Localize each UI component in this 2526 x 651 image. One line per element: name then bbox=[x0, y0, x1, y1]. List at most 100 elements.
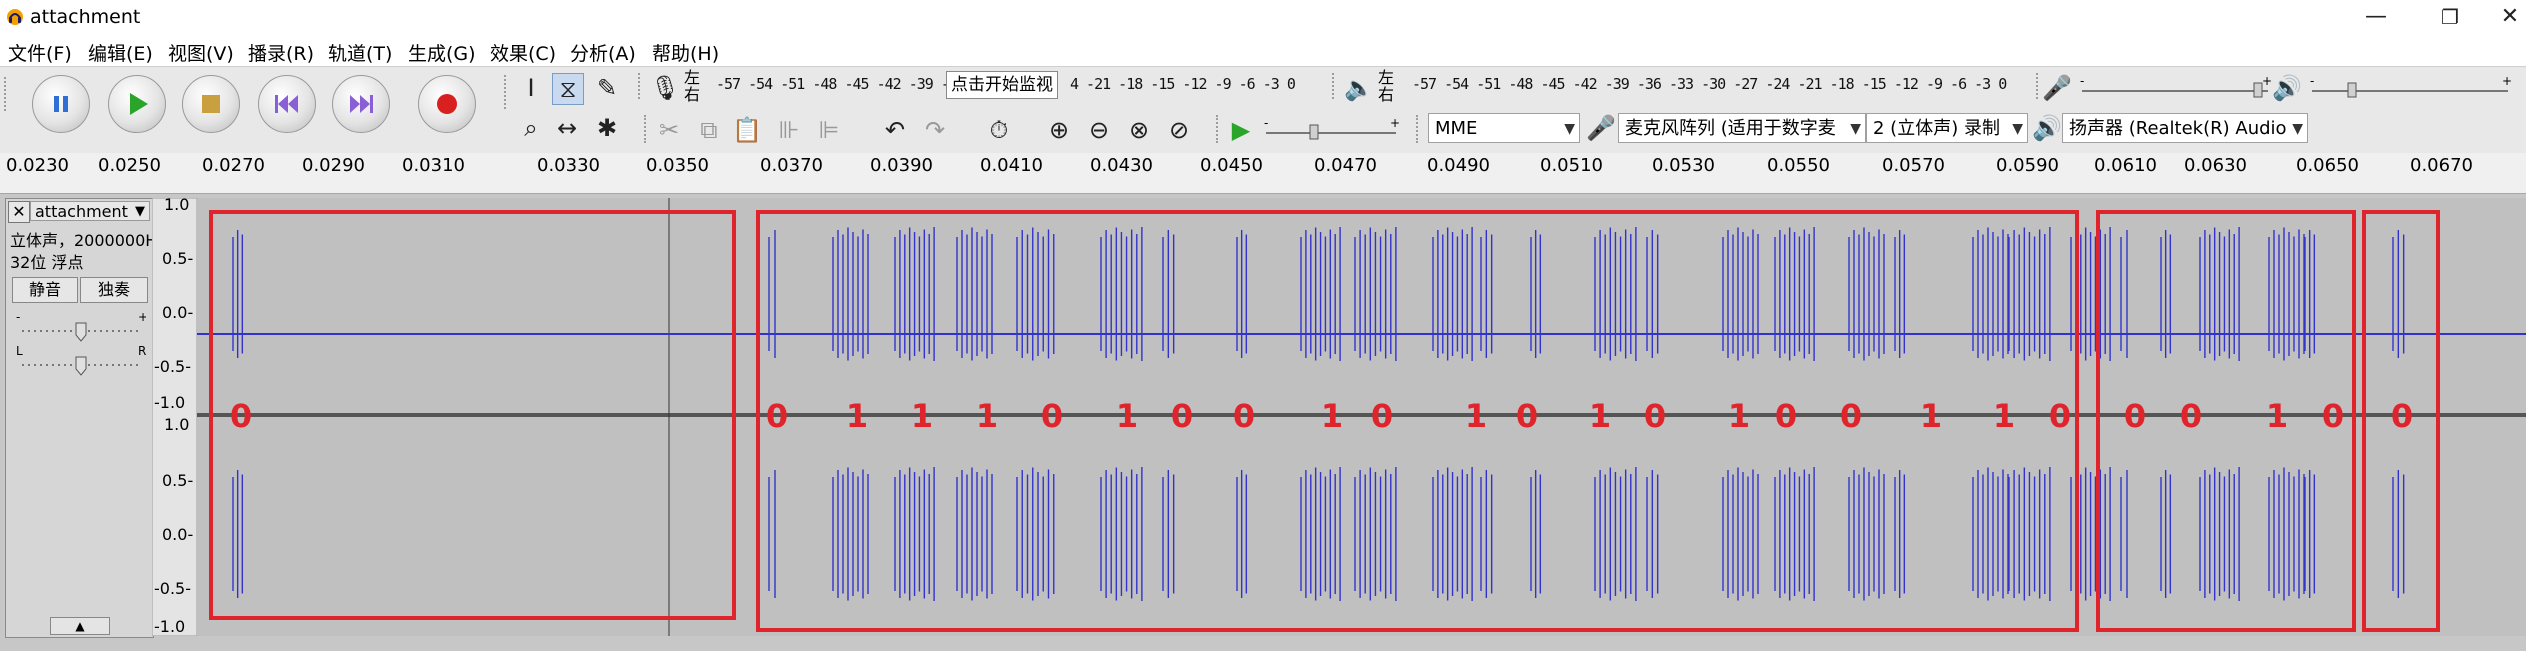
ruler-label: 0.0590 bbox=[1996, 155, 2059, 176]
play-speed-slider[interactable]: - + bbox=[1262, 117, 1402, 143]
envelope-tool-icon[interactable]: ⧖ bbox=[552, 73, 584, 105]
bit-label: 0 bbox=[1775, 397, 1797, 435]
draw-tool-icon[interactable]: ✎ bbox=[592, 73, 622, 103]
record-icon bbox=[437, 94, 457, 114]
zoom-out-icon[interactable]: ⊖ bbox=[1084, 115, 1114, 145]
speaker-icon[interactable]: 🔈 bbox=[1344, 73, 1374, 103]
output-device-icon: 🔊 bbox=[2032, 114, 2062, 142]
record-volume-slider[interactable]: - + bbox=[2078, 75, 2278, 101]
ruler-label: 0.0310 bbox=[402, 155, 465, 176]
cut-icon[interactable]: ✂ bbox=[654, 115, 684, 145]
fit-selection-icon[interactable]: ⊗ bbox=[1124, 115, 1154, 145]
zoom-tool-icon[interactable]: ⌕ bbox=[516, 113, 546, 143]
play-button[interactable] bbox=[108, 75, 166, 133]
skip-to-start-button[interactable] bbox=[258, 75, 316, 133]
menu-analyze[interactable]: 分析(A) bbox=[570, 39, 636, 66]
copy-icon[interactable]: ⧉ bbox=[694, 115, 724, 145]
play-at-speed-icon[interactable]: ▶ bbox=[1226, 115, 1256, 145]
bit-label: 1 bbox=[1465, 397, 1487, 435]
mic-volume-icon: 🎤 bbox=[2042, 74, 2072, 102]
playback-meter-channels: 左 右 bbox=[1378, 68, 1395, 104]
output-device-select[interactable]: 扬声器 (Realtek(R) Audio ▼ bbox=[2062, 113, 2308, 143]
menu-generate[interactable]: 生成(G) bbox=[408, 39, 476, 66]
sync-lock-icon[interactable]: ⏱ bbox=[984, 115, 1014, 145]
maximize-button[interactable]: ❐ bbox=[2430, 4, 2470, 30]
silence-icon[interactable]: ⊫ bbox=[814, 115, 844, 145]
selection-tool-icon[interactable]: I bbox=[516, 73, 546, 103]
output-device-value: 扬声器 (Realtek(R) Audio bbox=[2069, 118, 2287, 139]
menu-record[interactable]: 播录(R) bbox=[248, 39, 314, 66]
menu-edit[interactable]: 编辑(E) bbox=[88, 39, 153, 66]
svg-text:+: + bbox=[2262, 75, 2272, 88]
pause-icon bbox=[54, 96, 68, 112]
speaker-volume-icon: 🔊 bbox=[2272, 74, 2302, 102]
menu-file[interactable]: 文件(F) bbox=[8, 39, 72, 66]
toolbar-grip[interactable] bbox=[504, 75, 512, 109]
toolbar-grip[interactable] bbox=[1416, 115, 1424, 143]
track-format-rate: 立体声，2000000Hz bbox=[10, 231, 166, 250]
playback-volume-slider[interactable]: - + bbox=[2308, 75, 2518, 101]
ruler-label: 0.0630 bbox=[2184, 155, 2247, 176]
pause-button[interactable] bbox=[32, 75, 90, 133]
pan-slider[interactable]: LR bbox=[16, 344, 146, 376]
waveform-canvas[interactable]: 00111010010101010011000100 bbox=[197, 93, 2526, 636]
toolbar-grip[interactable] bbox=[1216, 115, 1224, 143]
gain-slider[interactable]: - + bbox=[16, 310, 146, 342]
fit-project-icon[interactable]: ⊘ bbox=[1164, 115, 1194, 145]
multi-tool-icon[interactable]: ✱ bbox=[592, 113, 622, 143]
minimize-button[interactable]: — bbox=[2356, 4, 2396, 30]
solo-button[interactable]: 独奏 bbox=[80, 277, 148, 303]
track-name: attachment bbox=[35, 202, 128, 221]
microphone-icon[interactable]: 🎙 bbox=[650, 73, 680, 103]
redo-icon[interactable]: ↷ bbox=[920, 115, 950, 145]
close-button[interactable]: ✕ bbox=[2490, 4, 2526, 30]
record-meter-scale[interactable]: -57 -54 -51 -48 -45 -42 -39 -3 bbox=[716, 75, 958, 93]
timeline-ruler[interactable]: 0.0230 0.0250 0.0270 0.0290 0.0310 0.033… bbox=[0, 153, 2526, 194]
waveform-area[interactable]: 00111010010101010011000100 bbox=[197, 93, 2526, 636]
channels-select[interactable]: 2 (立体声) 录制 ▼ bbox=[1866, 113, 2028, 143]
playback-meter-scale[interactable]: -57 -54 -51 -48 -45 -42 -39 -36 -33 -30 … bbox=[1412, 75, 2007, 93]
time-shift-tool-icon[interactable]: ↔ bbox=[552, 113, 582, 143]
input-device-select[interactable]: 麦克风阵列 (适用于数字麦 ▼ bbox=[1618, 113, 1866, 143]
undo-icon[interactable]: ↶ bbox=[880, 115, 910, 145]
bit-label: 0 bbox=[766, 397, 788, 435]
bit-label: 0 bbox=[2124, 397, 2146, 435]
bit-label: 1 bbox=[976, 397, 998, 435]
record-meter-scale-tail[interactable]: 4 -21 -18 -15 -12 -9 -6 -3 0 bbox=[1070, 75, 1296, 93]
audio-host-select[interactable]: MME ▼ bbox=[1428, 113, 1580, 143]
toolbar-grip[interactable] bbox=[638, 73, 646, 99]
trim-icon[interactable]: ⊪ bbox=[774, 115, 804, 145]
audio-host-value: MME bbox=[1435, 118, 1478, 139]
skip-to-end-button[interactable] bbox=[332, 75, 390, 133]
menu-view[interactable]: 视图(V) bbox=[168, 39, 234, 66]
menu-tracks[interactable]: 轨道(T) bbox=[328, 39, 392, 66]
input-device-value: 麦克风阵列 (适用于数字麦 bbox=[1625, 118, 1836, 139]
toolbar-grip[interactable] bbox=[644, 115, 652, 143]
track-area: ✕ attachment ▼ 立体声，2000000Hz 32位 浮点 静音 独奏… bbox=[0, 93, 2526, 651]
record-button[interactable] bbox=[418, 75, 476, 133]
collapse-track-button[interactable]: ▲ bbox=[50, 617, 110, 635]
svg-text:-: - bbox=[2310, 75, 2314, 88]
toolbar-grip[interactable] bbox=[4, 77, 12, 111]
toolbar-grip[interactable] bbox=[1332, 73, 1340, 99]
paste-icon[interactable]: 📋 bbox=[732, 115, 762, 145]
zoom-in-icon[interactable]: ⊕ bbox=[1044, 115, 1074, 145]
ruler-label: 0.0530 bbox=[1652, 155, 1715, 176]
ruler-label: 0.0510 bbox=[1540, 155, 1603, 176]
stop-button[interactable] bbox=[182, 75, 240, 133]
monitor-hint[interactable]: 点击开始监视 bbox=[946, 71, 1058, 99]
amplitude-label: 1.0 bbox=[164, 415, 189, 434]
menu-help[interactable]: 帮助(H) bbox=[652, 39, 719, 66]
ruler-label: 0.0330 bbox=[537, 155, 600, 176]
mute-button[interactable]: 静音 bbox=[12, 277, 78, 303]
title-bar: attachment — ❐ ✕ bbox=[0, 0, 2526, 34]
close-track-button[interactable]: ✕ bbox=[8, 201, 30, 223]
chevron-down-icon: ▼ bbox=[2292, 121, 2303, 137]
amplitude-label: 0.0- bbox=[162, 303, 193, 322]
bit-label: 1 bbox=[846, 397, 868, 435]
track-name-menu[interactable]: attachment ▼ bbox=[30, 201, 150, 221]
bit-label: 0 bbox=[2391, 397, 2413, 435]
channels-value: 2 (立体声) 录制 bbox=[1873, 118, 2000, 139]
menu-effect[interactable]: 效果(C) bbox=[490, 39, 556, 66]
window-title: attachment bbox=[30, 6, 141, 28]
